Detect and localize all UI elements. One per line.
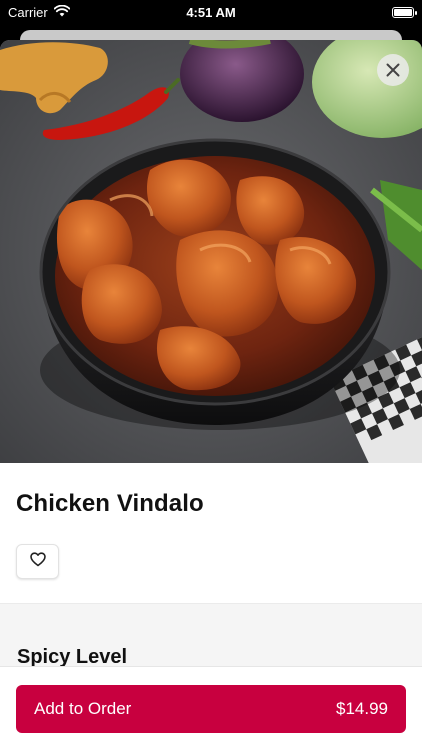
add-to-order-button[interactable]: Add to Order $14.99 bbox=[16, 685, 406, 733]
wifi-icon bbox=[53, 4, 71, 20]
item-detail-sheet: Chicken Vindalo Spicy Level Add to Order… bbox=[0, 40, 422, 750]
status-left: Carrier bbox=[8, 4, 71, 20]
carrier-label: Carrier bbox=[8, 4, 48, 20]
status-bar: Carrier 4:51 AM bbox=[0, 0, 422, 24]
heart-outline-icon bbox=[29, 551, 46, 572]
close-icon bbox=[386, 63, 400, 77]
bottom-action-bar: Add to Order $14.99 bbox=[0, 666, 422, 750]
add-to-order-label: Add to Order bbox=[34, 699, 132, 718]
dish-title: Chicken Vindalo bbox=[16, 490, 204, 517]
item-price: $14.99 bbox=[336, 699, 388, 718]
item-content: Chicken Vindalo bbox=[0, 490, 422, 579]
dish-photo bbox=[0, 40, 422, 463]
close-button[interactable] bbox=[377, 54, 409, 86]
favorite-button[interactable] bbox=[16, 544, 59, 579]
battery-icon bbox=[392, 6, 417, 18]
